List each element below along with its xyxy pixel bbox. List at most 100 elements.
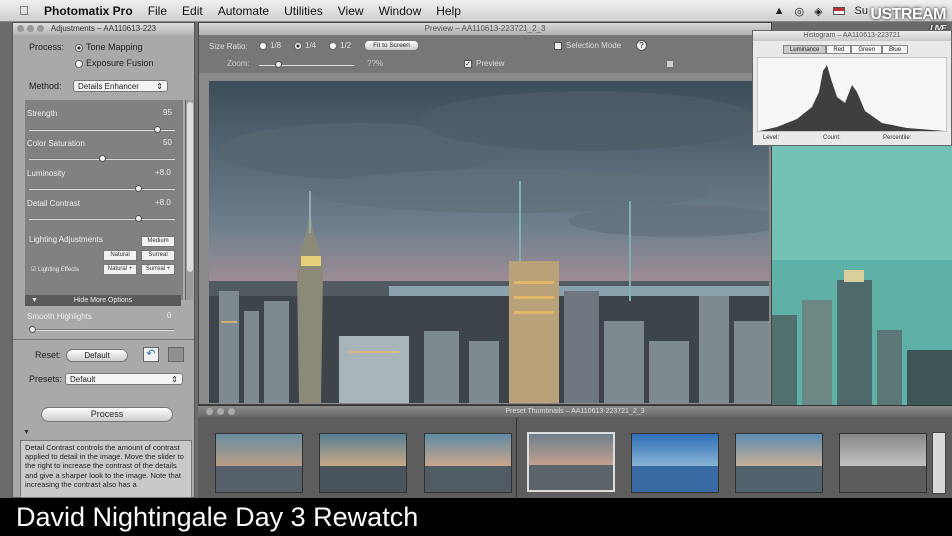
- close-button[interactable]: [17, 25, 24, 32]
- preset-thumbnail[interactable]: [215, 433, 303, 493]
- status-icon[interactable]: ▲: [774, 5, 785, 17]
- zoom-label: Zoom:: [227, 59, 250, 68]
- redo-icon[interactable]: [168, 347, 184, 362]
- menu-window[interactable]: Window: [379, 4, 422, 18]
- app-menu[interactable]: Photomatix Pro: [44, 4, 133, 18]
- ratio-1-2-radio[interactable]: 1/2: [329, 41, 351, 50]
- preview-checkbox[interactable]: ✓ Preview: [464, 59, 504, 68]
- slider-knob[interactable]: [29, 326, 36, 333]
- menu-automate[interactable]: Automate: [218, 4, 269, 18]
- hide-more-options-label: Hide More Options: [73, 297, 133, 304]
- strength-slider[interactable]: [29, 126, 175, 133]
- thumbnails-titlebar: Preset Thumbnails – AA110613-223721_2_3: [198, 406, 952, 417]
- disclosure-down-icon[interactable]: ▼: [23, 429, 30, 436]
- help-description: Detail Contrast controls the amount of c…: [20, 440, 192, 498]
- slider-track: [29, 218, 175, 220]
- chevron-down-icon: ⇕: [156, 82, 163, 91]
- histogram-title: Histogram – AA110613-223721: [803, 32, 901, 39]
- luminosity-slider[interactable]: [29, 185, 175, 192]
- process-button[interactable]: Process: [41, 407, 173, 422]
- minimize-button[interactable]: [217, 408, 224, 415]
- undo-icon[interactable]: ↶: [143, 347, 159, 362]
- detail-contrast-slider[interactable]: [29, 215, 175, 222]
- slider-track: [29, 188, 175, 190]
- exposure-fusion-radio[interactable]: Exposure Fusion: [75, 58, 154, 68]
- toolbar-grip-icon: [667, 61, 673, 67]
- menu-utilities[interactable]: Utilities: [284, 4, 323, 18]
- size-ratio-label: Size Ratio:: [209, 42, 248, 51]
- apple-menu-icon[interactable]: : [14, 3, 34, 18]
- color-saturation-slider[interactable]: [29, 155, 175, 162]
- menu-bar:  Photomatix Pro File Edit Automate Util…: [0, 0, 952, 33]
- close-button[interactable]: [206, 408, 213, 415]
- presets-label: Presets:: [29, 374, 63, 384]
- smooth-highlights-label: Smooth Highlights: [27, 312, 92, 321]
- selection-mode-checkbox[interactable]: Selection Mode: [554, 41, 621, 50]
- help-icon[interactable]: ?: [636, 40, 647, 51]
- thumbnails-side-tab[interactable]: [932, 432, 946, 494]
- lighting-effects-checkbox[interactable]: ☑ Lighting Effects: [31, 266, 79, 273]
- histogram-window: Histogram – AA110613-223721 Luminance Re…: [752, 30, 952, 146]
- slider-knob[interactable]: [135, 215, 142, 222]
- user-name[interactable]: Su: [855, 5, 868, 17]
- menu-edit[interactable]: Edit: [182, 4, 203, 18]
- presets-select[interactable]: Default ⇕: [65, 373, 183, 385]
- preset-thumbnail[interactable]: [424, 433, 512, 493]
- menubar-status: ▲ ◎ ◈ Su: [774, 0, 868, 22]
- method-select[interactable]: Details Enhancer ⇕: [73, 80, 168, 92]
- zoom-slider[interactable]: [259, 61, 354, 68]
- divider: [13, 339, 194, 340]
- smooth-highlights-slider[interactable]: [29, 326, 175, 333]
- zoom-value: ??%: [367, 59, 384, 68]
- slider-knob[interactable]: [275, 61, 282, 68]
- natural-plus-button[interactable]: Natural +: [103, 264, 137, 275]
- lighting-natural-button[interactable]: Natural: [103, 250, 137, 261]
- preset-thumbnail[interactable]: [839, 433, 927, 493]
- process-label: Process:: [29, 42, 65, 52]
- wifi-icon[interactable]: ◎: [794, 5, 804, 18]
- slider-knob[interactable]: [154, 126, 161, 133]
- histogram-titlebar: Histogram – AA110613-223721: [753, 31, 951, 41]
- surreal-plus-button[interactable]: Surreal +: [141, 264, 175, 275]
- radio-off-icon: [75, 59, 83, 68]
- slider-knob[interactable]: [135, 185, 142, 192]
- tab-luminance[interactable]: Luminance: [783, 45, 827, 54]
- hide-more-options-bar[interactable]: ▼ Hide More Options: [25, 295, 181, 306]
- preset-thumbnail[interactable]: [319, 433, 407, 493]
- chevron-down-icon: ⇕: [171, 375, 178, 384]
- flag-icon[interactable]: [832, 7, 845, 15]
- reset-default-button[interactable]: Default: [66, 349, 128, 362]
- preset-thumbnail[interactable]: [735, 433, 823, 493]
- nyc-skyline-photo: [209, 81, 769, 403]
- ratio-1-4-radio[interactable]: 1/4: [294, 41, 316, 50]
- lighting-medium-button[interactable]: Medium: [141, 236, 175, 247]
- thumbnails-title: Preset Thumbnails – AA110613-223721_2_3: [505, 408, 645, 415]
- adjustments-title: Adjustments – AA110613-223: [50, 24, 157, 33]
- zoom-button[interactable]: [37, 25, 44, 32]
- minimize-button[interactable]: [27, 25, 34, 32]
- volume-icon[interactable]: ◈: [814, 5, 822, 18]
- menu-view[interactable]: View: [338, 4, 364, 18]
- radio-off-icon: [329, 41, 337, 50]
- preset-thumbnail-selected[interactable]: [527, 432, 615, 492]
- fit-to-screen-button[interactable]: Fit to Screen: [364, 40, 419, 51]
- luminosity-label: Luminosity: [27, 169, 66, 178]
- ratio-1-8-radio[interactable]: 1/8: [259, 41, 281, 50]
- smooth-highlights-value: 0: [167, 311, 172, 320]
- tab-red[interactable]: Red: [826, 45, 852, 54]
- zoom-button[interactable]: [228, 408, 235, 415]
- slider-area-scrollbar[interactable]: [185, 100, 193, 300]
- lighting-surreal-button[interactable]: Surreal: [141, 250, 175, 261]
- tab-blue[interactable]: Blue: [882, 45, 909, 54]
- scrollbar-thumb[interactable]: [187, 102, 193, 272]
- menu-file[interactable]: File: [148, 4, 167, 18]
- tab-green[interactable]: Green: [851, 45, 883, 54]
- preset-thumbnail[interactable]: [631, 433, 719, 493]
- tone-mapping-radio[interactable]: Tone Mapping: [75, 42, 143, 52]
- ustream-brand: USTREAM: [870, 6, 946, 23]
- preview-image[interactable]: [209, 81, 769, 403]
- slider-knob[interactable]: [99, 155, 106, 162]
- checkbox-icon: [554, 41, 562, 50]
- detail-contrast-value: +8.0: [155, 198, 171, 207]
- menu-help[interactable]: Help: [436, 4, 461, 18]
